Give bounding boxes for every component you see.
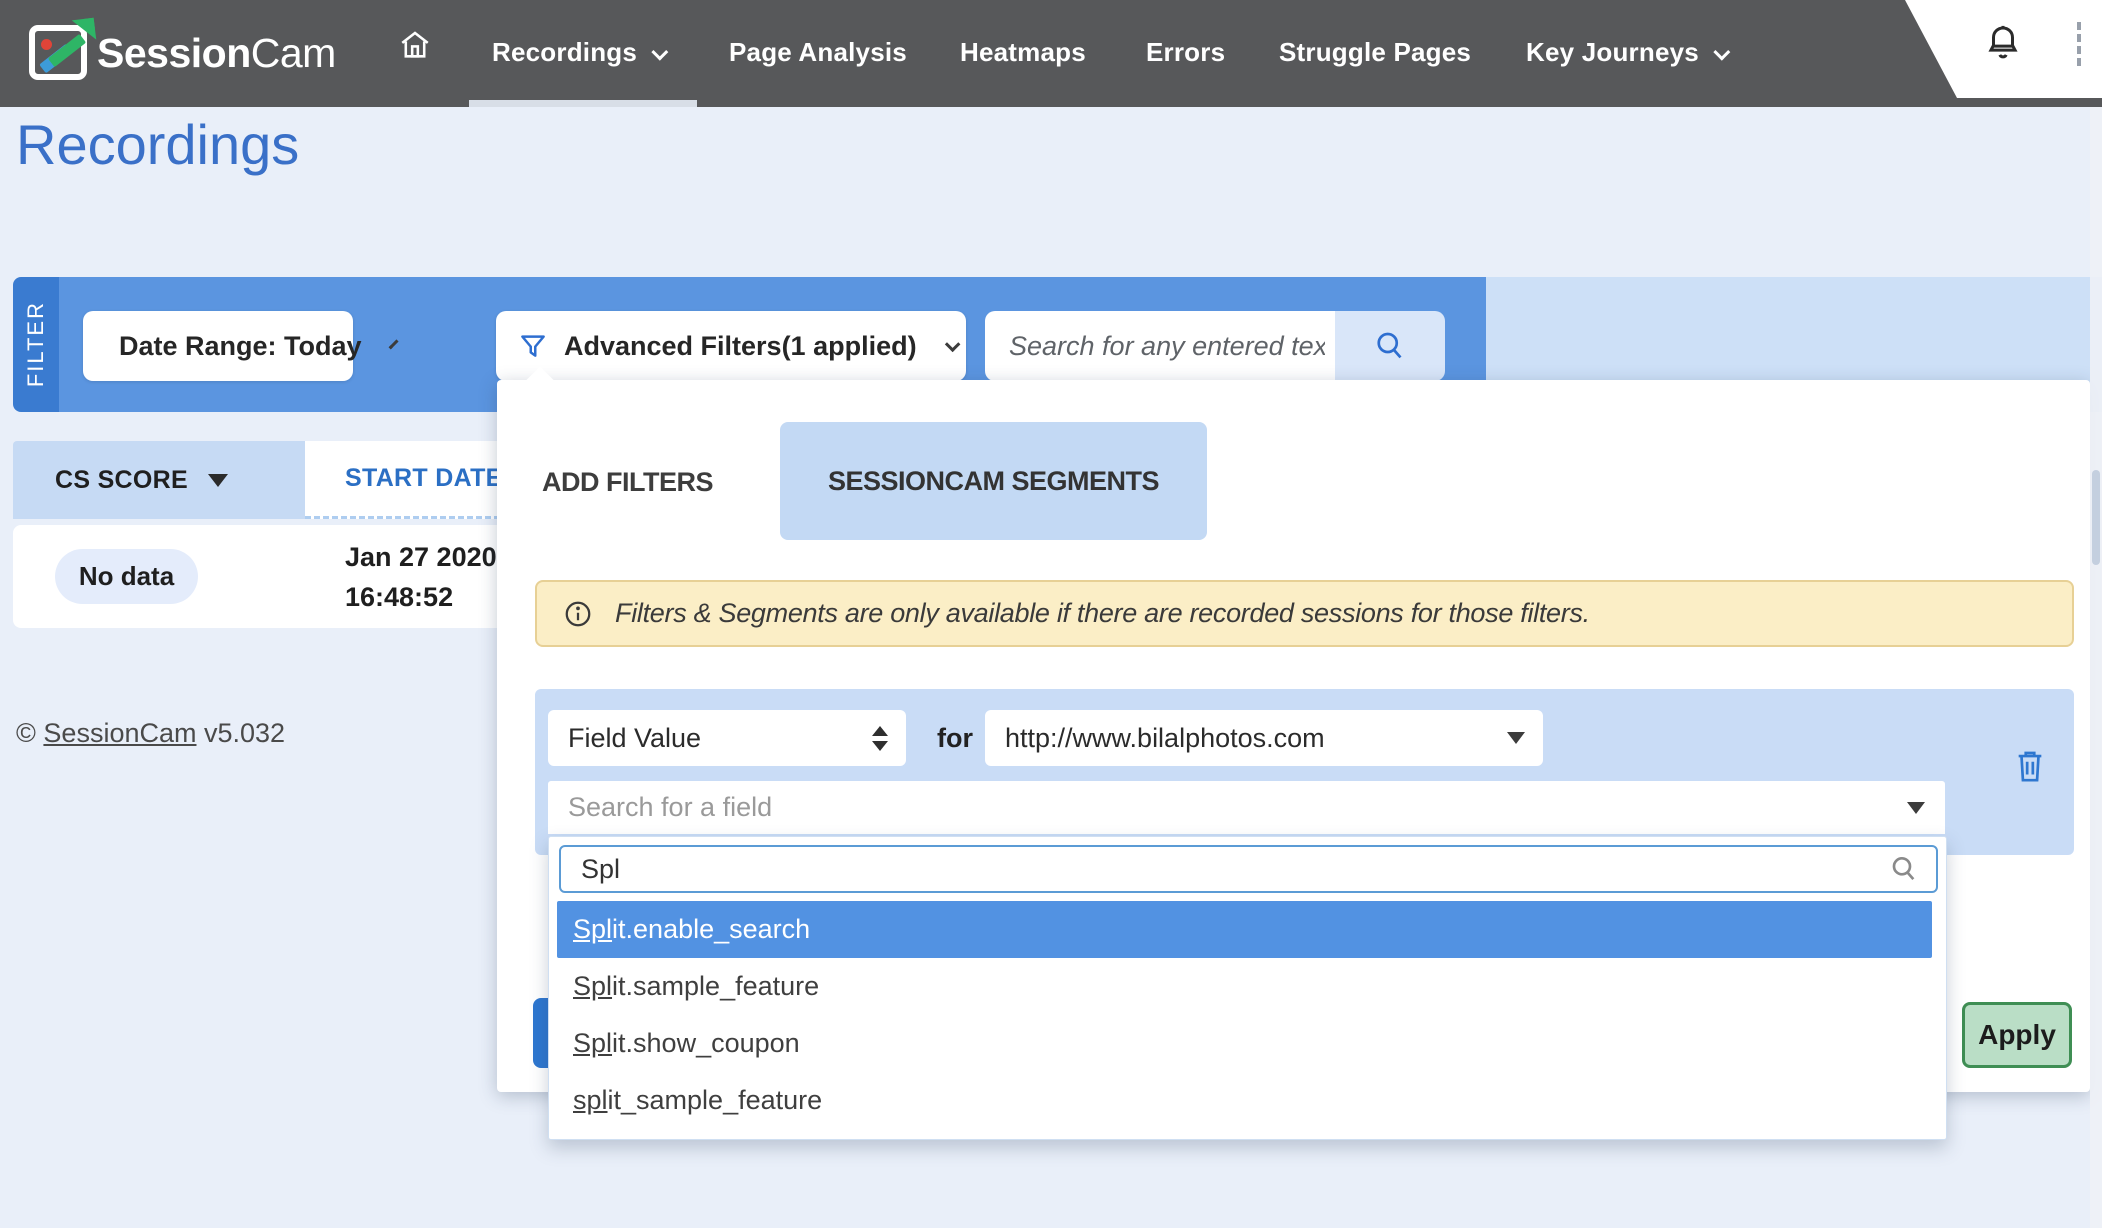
nav-item-heatmaps[interactable]: Heatmaps [960, 37, 1086, 68]
column-label: START DATE [345, 464, 503, 493]
delete-filter-trash-icon[interactable] [2013, 746, 2047, 786]
footer-version: © SessionCam v5.032 [16, 718, 285, 749]
sessioncam-recordings-screen: SessionCam Recordings Page Analysis Heat… [0, 0, 2102, 1228]
date-range-button[interactable]: Date Range: Today [83, 311, 353, 381]
field-query-input[interactable] [563, 849, 1763, 889]
option-split-enable-search[interactable]: Split.enable_search [557, 901, 1932, 958]
option-rest-text: it.enable_search [612, 914, 810, 944]
start-date-line2: 16:48:52 [345, 577, 504, 617]
scrollbar-track[interactable] [2090, 107, 2102, 1228]
nav-item-label: Page Analysis [729, 37, 907, 67]
table-header-cs-score[interactable]: CS SCORE [13, 441, 305, 519]
search-button[interactable] [1335, 311, 1445, 381]
option-match-text: spl [573, 1085, 608, 1115]
field-type-value: Field Value [568, 723, 701, 754]
option-match-text: Spl [573, 1028, 612, 1058]
option-rest-text: it.sample_feature [612, 971, 819, 1001]
logo-red-dot [41, 39, 52, 50]
spinner-arrows-icon [872, 726, 888, 751]
advanced-filters-button[interactable]: Advanced Filters(1 applied) [496, 311, 966, 381]
nav-item-errors[interactable]: Errors [1146, 37, 1225, 68]
filter-side-tab-label: FILTER [23, 301, 49, 387]
dropdown-arrow-icon [1907, 802, 1925, 814]
option-split-sample-feature[interactable]: Split.sample_feature [557, 958, 1932, 1015]
nav-item-key-journeys[interactable]: Key Journeys [1526, 37, 1725, 68]
nav-item-label: Recordings [492, 37, 637, 67]
notifications-bell-icon[interactable] [1984, 21, 2022, 65]
info-icon [563, 599, 593, 629]
nav-item-label: Heatmaps [960, 37, 1086, 67]
start-date-value: Jan 27 2020, 16:48:52 [345, 537, 504, 617]
brand-light: Cam [251, 30, 336, 76]
overflow-menu-icon[interactable] [2077, 22, 2081, 66]
tab-sessioncam-segments[interactable]: SESSIONCAM SEGMENTS [780, 422, 1207, 540]
sort-desc-icon [208, 474, 228, 487]
chevron-down-icon [1713, 44, 1730, 61]
site-value: http://www.bilalphotos.com [1005, 723, 1325, 754]
field-search-select[interactable]: Search for a field [548, 781, 1945, 834]
session-search-input[interactable] [985, 311, 1335, 381]
chevron-down-icon [651, 44, 668, 61]
footer-version-number: v5.032 [204, 718, 285, 748]
search-icon [1372, 328, 1408, 364]
field-type-select[interactable]: Field Value [548, 710, 906, 766]
apply-button[interactable]: Apply [1962, 1002, 2072, 1068]
option-split-sample-feature-lc[interactable]: split_sample_feature [557, 1072, 1932, 1129]
home-icon[interactable] [398, 28, 432, 62]
advanced-filters-label: Advanced Filters(1 applied) [564, 331, 917, 362]
nav-item-label: Key Journeys [1526, 37, 1699, 67]
nav-item-page-analysis[interactable]: Page Analysis [729, 37, 907, 68]
table-row[interactable]: No data Jan 27 2020, 16:48:52 [13, 525, 543, 628]
field-query-box [559, 845, 1938, 893]
sessioncam-logo-icon[interactable] [29, 25, 87, 80]
funnel-icon [518, 330, 548, 362]
page-title: Recordings [16, 112, 299, 177]
nav-item-label: Struggle Pages [1279, 37, 1471, 67]
start-date-line1: Jan 27 2020, [345, 537, 504, 577]
field-options-dropdown: Split.enable_search Split.sample_feature… [548, 836, 1947, 1140]
column-label: CS SCORE [55, 466, 188, 495]
nav-item-label: Errors [1146, 37, 1225, 67]
active-tab-indicator [469, 100, 697, 107]
field-search-placeholder: Search for a field [568, 792, 772, 823]
chevron-down-icon [944, 336, 960, 352]
option-split-show-coupon[interactable]: Split.show_coupon [557, 1015, 1932, 1072]
nav-item-struggle-pages[interactable]: Struggle Pages [1279, 37, 1471, 68]
cs-score-badge: No data [55, 549, 198, 604]
search-icon [1888, 853, 1920, 885]
brand-wordmark[interactable]: SessionCam [97, 30, 336, 77]
footer-brand-link[interactable]: SessionCam [43, 718, 196, 748]
copyright-symbol: © [16, 718, 36, 748]
filter-side-tab[interactable]: FILTER [13, 277, 59, 412]
nav-item-recordings[interactable]: Recordings [492, 37, 663, 68]
date-range-label: Date Range: Today [119, 331, 362, 362]
option-match-text: Spl [573, 914, 612, 944]
notice-banner: Filters & Segments are only available if… [535, 580, 2074, 647]
top-nav: SessionCam Recordings Page Analysis Heat… [0, 0, 2102, 107]
brand-bold: Session [97, 30, 251, 76]
logo-arrowhead [72, 18, 97, 43]
notice-text: Filters & Segments are only available if… [615, 598, 1590, 629]
for-label: for [937, 723, 973, 754]
option-match-text: Spl [573, 971, 612, 1001]
option-rest-text: it_sample_feature [608, 1085, 823, 1115]
scrollbar-thumb[interactable] [2092, 470, 2100, 565]
dropdown-arrow-icon [1507, 732, 1525, 744]
site-select[interactable]: http://www.bilalphotos.com [985, 710, 1543, 766]
option-rest-text: it.show_coupon [612, 1028, 800, 1058]
tab-add-filters[interactable]: ADD FILTERS [542, 452, 713, 512]
